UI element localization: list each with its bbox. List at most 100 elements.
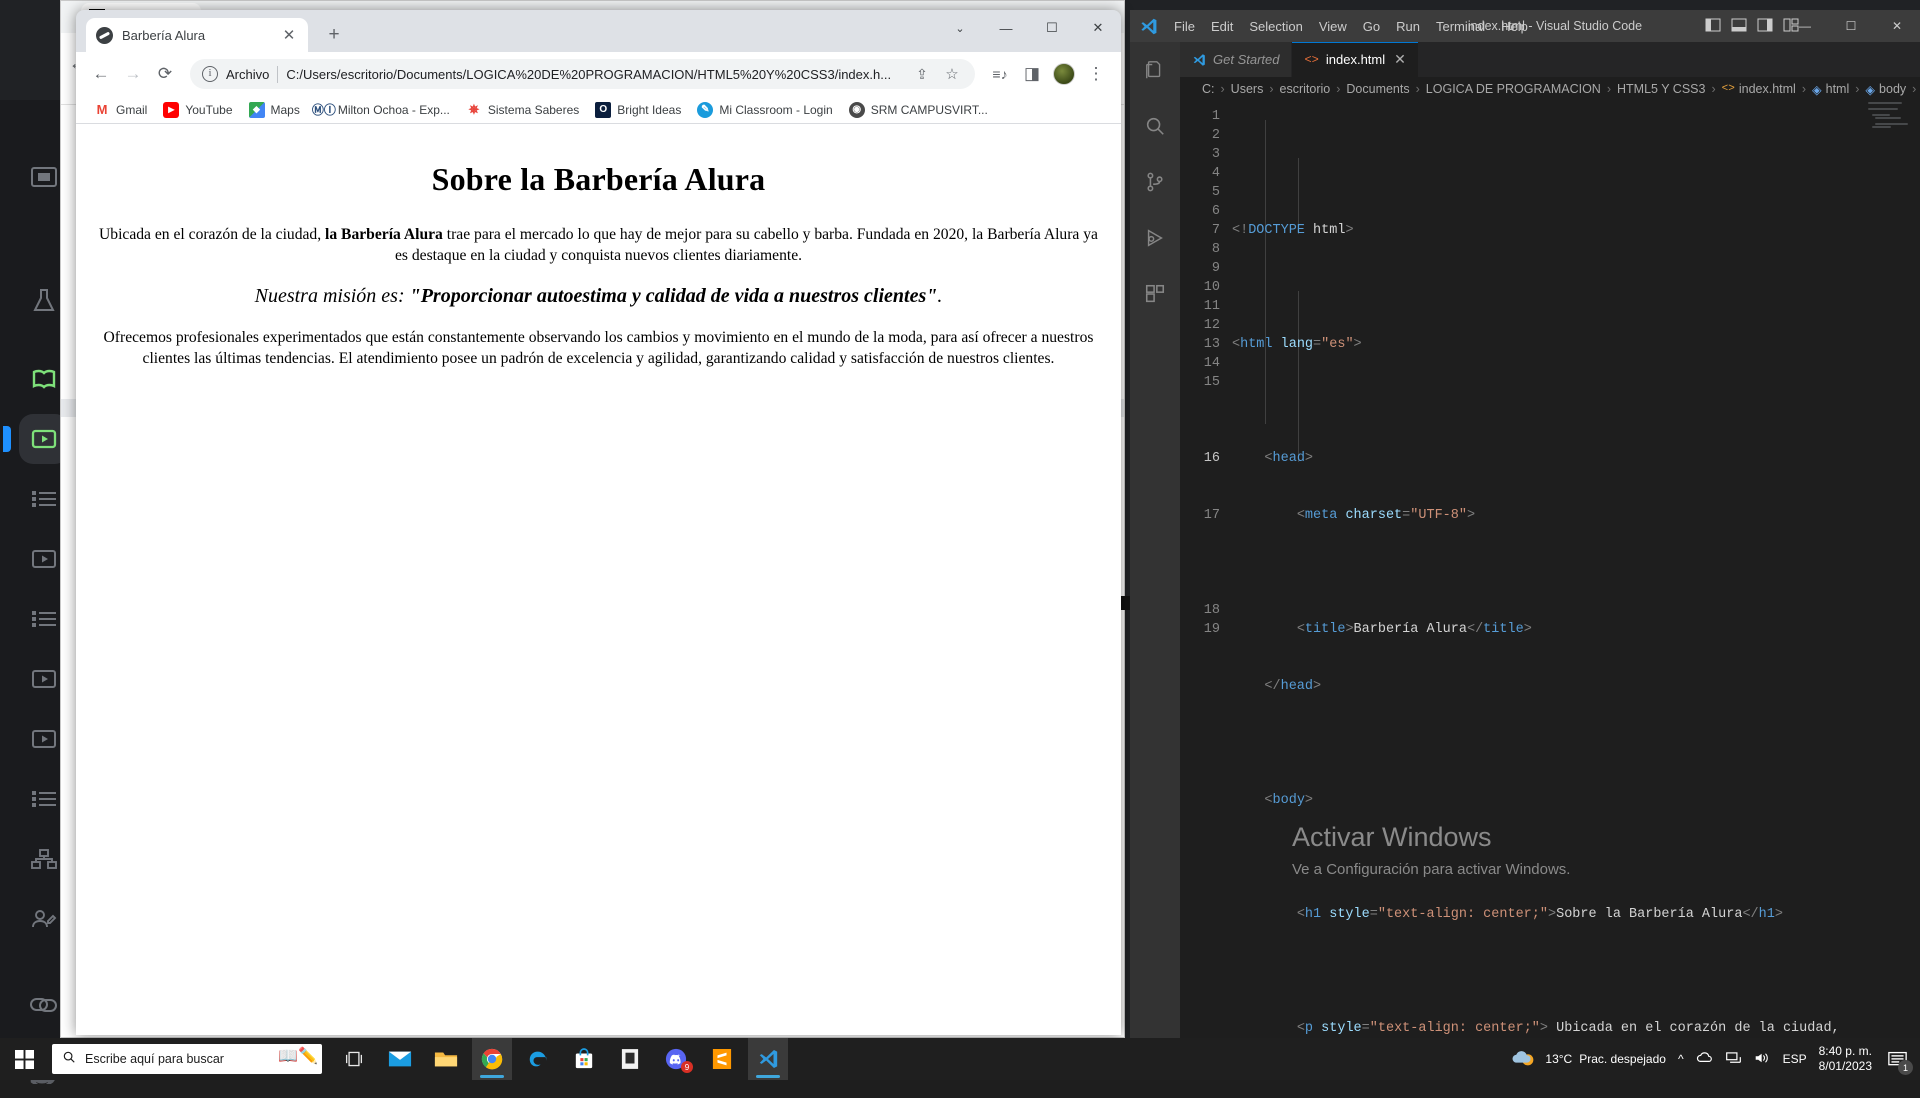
mail-icon[interactable] [380, 1038, 420, 1080]
minimap[interactable] [1862, 101, 1920, 1038]
chrome-toolbar[interactable]: ← → ⟳ i Archivo C:/Users/escritorio/Docu… [76, 52, 1121, 96]
search-icon[interactable] [1131, 106, 1179, 146]
close-icon[interactable]: ✕ [280, 26, 298, 44]
chrome-window-controls[interactable]: ⌄ — ☐ ✕ [937, 10, 1121, 46]
breadcrumb-item[interactable]: body [1879, 82, 1906, 96]
breadcrumb-item[interactable]: Users [1231, 82, 1264, 96]
profile-avatar-button[interactable] [1049, 59, 1079, 89]
source-control-icon[interactable] [1131, 162, 1179, 202]
system-tray[interactable]: 13°C Prac. despejado ^ ESP 8:40 p. m. 8/… [1512, 1044, 1920, 1074]
omnibox-divider [277, 66, 278, 83]
chevron-down-icon[interactable]: ⌄ [937, 10, 983, 46]
explorer-icon[interactable] [1131, 50, 1179, 90]
tab-get-started[interactable]: Get Started [1180, 42, 1292, 77]
menu-view[interactable]: View [1311, 10, 1355, 42]
tab-index-html[interactable]: <> index.html ✕ [1292, 42, 1418, 77]
menu-edit[interactable]: Edit [1203, 10, 1241, 42]
app-icon[interactable] [610, 1038, 650, 1080]
vscode-window-controls[interactable]: — ☐ ✕ [1782, 10, 1920, 42]
bookmark-srm-campusvirtual[interactable]: ◉ SRM CAMPUSVIRT... [843, 100, 994, 120]
breadcrumb-item[interactable]: escritorio [1280, 82, 1331, 96]
address-bar-url[interactable]: C:/Users/escritorio/Documents/LOGICA%20D… [286, 67, 903, 82]
bookmark-sistema-saberes[interactable]: ✵ Sistema Saberes [460, 100, 585, 120]
info-icon[interactable]: i [202, 66, 218, 82]
volume-icon[interactable] [1754, 1051, 1771, 1068]
vscode-activity-bar[interactable] [1130, 42, 1180, 1038]
close-icon[interactable]: ✕ [1394, 51, 1406, 68]
bookmark-youtube[interactable]: ▶ YouTube [157, 100, 238, 120]
run-debug-icon[interactable] [1131, 218, 1179, 258]
task-view-icon[interactable] [334, 1038, 374, 1080]
vscode-titlebar[interactable]: File Edit Selection View Go Run Terminal… [1130, 10, 1920, 42]
file-explorer-icon[interactable] [426, 1038, 466, 1080]
bookmark-milton-ochoa[interactable]: ⓂⒾ Milton Ochoa - Exp... [310, 100, 456, 120]
breadcrumb-item[interactable]: HTML5 Y CSS3 [1617, 82, 1705, 96]
vscode-window[interactable]: File Edit Selection View Go Run Terminal… [1130, 10, 1920, 1038]
discord-icon[interactable]: 9 [656, 1038, 696, 1080]
search-input[interactable]: Escribe aquí para buscar 📖✏️ [52, 1044, 322, 1074]
new-tab-button[interactable]: + [322, 24, 346, 48]
reading-list-icon[interactable]: ≡♪ [985, 59, 1015, 89]
clock[interactable]: 8:40 p. m. 8/01/2023 [1819, 1044, 1872, 1074]
toggle-panel-icon[interactable] [1731, 18, 1747, 35]
show-hidden-icons-chevron-icon[interactable]: ^ [1678, 1052, 1684, 1066]
avatar[interactable] [1053, 63, 1075, 85]
network-icon[interactable] [1725, 1051, 1742, 1068]
breadcrumb[interactable]: C:› Users› escritorio› Documents› LOGICA… [1180, 77, 1920, 101]
code-editor[interactable]: 1 2 3 4 5 6 7 8 9 10 11 12 13 14 [1180, 101, 1920, 1038]
bookmark-gmail[interactable]: M Gmail [88, 100, 153, 120]
bookmark-star-icon[interactable]: ☆ [941, 59, 963, 89]
maximize-button[interactable]: ☐ [1828, 10, 1874, 42]
edge-icon[interactable] [518, 1038, 558, 1080]
address-bar[interactable]: i Archivo C:/Users/escritorio/Documents/… [190, 59, 975, 89]
start-button[interactable] [0, 1038, 48, 1080]
close-button[interactable]: ✕ [1075, 10, 1121, 46]
bookmark-mi-classroom[interactable]: ✎ Mi Classroom - Login [691, 100, 838, 120]
chrome-tab-barberia-alura[interactable]: Barbería Alura ✕ [86, 18, 308, 52]
notifications-button[interactable]: 1 [1884, 1046, 1910, 1072]
reload-icon[interactable]: ⟳ [150, 59, 180, 89]
menu-go[interactable]: Go [1355, 10, 1388, 42]
bookmark-bright-ideas[interactable]: O Bright Ideas [589, 100, 687, 120]
code-content[interactable]: <!DOCTYPE html> <html lang="es"> <head> … [1232, 101, 1920, 1038]
breadcrumb-item[interactable]: C: [1202, 82, 1215, 96]
windows-taskbar[interactable]: Escribe aquí para buscar 📖✏️ [0, 1038, 1920, 1080]
forward-icon[interactable]: → [118, 59, 148, 89]
menu-terminal[interactable]: Terminal [1428, 10, 1493, 42]
bookmark-maps[interactable]: ◆ Maps [243, 100, 306, 120]
chrome-tabstrip[interactable]: Barbería Alura ✕ + ⌄ — ☐ ✕ [76, 10, 1121, 52]
close-button[interactable]: ✕ [1874, 10, 1920, 42]
back-icon[interactable]: ← [86, 59, 116, 89]
language-indicator[interactable]: ESP [1783, 1052, 1807, 1066]
breadcrumb-item[interactable]: html [1826, 82, 1850, 96]
weather-widget[interactable]: 13°C Prac. despejado [1512, 1048, 1666, 1071]
share-icon[interactable]: ⇪ [911, 59, 933, 89]
vscode-icon[interactable] [748, 1038, 788, 1080]
code-line-1: <!DOCTYPE html> [1232, 221, 1912, 240]
menu-file[interactable]: File [1166, 10, 1203, 42]
minimize-button[interactable]: — [1782, 10, 1828, 42]
chrome-browser-window[interactable]: Barbería Alura ✕ + ⌄ — ☐ ✕ ← → ⟳ i Archi… [76, 10, 1121, 1035]
breadcrumb-item[interactable]: LOGICA DE PROGRAMACION [1426, 82, 1601, 96]
breadcrumb-item[interactable]: index.html [1739, 82, 1796, 96]
sublime-icon[interactable] [702, 1038, 742, 1080]
toggle-primary-sidebar-icon[interactable] [1705, 18, 1721, 35]
chevron-right-icon: › [1269, 82, 1273, 96]
onedrive-icon[interactable] [1696, 1051, 1713, 1068]
page-paragraph-1: Ubicada en el corazón de la ciudad, la B… [98, 224, 1099, 266]
toggle-secondary-sidebar-icon[interactable] [1757, 18, 1773, 35]
microsoft-store-icon[interactable] [564, 1038, 604, 1080]
side-panel-icon[interactable]: ◨ [1017, 59, 1047, 89]
menu-help[interactable]: Help [1493, 10, 1536, 42]
menu-icon[interactable]: ⋮ [1081, 59, 1111, 89]
vscode-tab-bar[interactable]: Get Started <> index.html ✕ [1180, 42, 1920, 77]
extensions-icon[interactable] [1131, 274, 1179, 314]
minimize-button[interactable]: — [983, 10, 1029, 46]
taskbar-app-icons[interactable]: 9 [334, 1038, 788, 1080]
chrome-icon[interactable] [472, 1038, 512, 1080]
breadcrumb-item[interactable]: Documents [1346, 82, 1409, 96]
menu-selection[interactable]: Selection [1241, 10, 1310, 42]
menu-run[interactable]: Run [1388, 10, 1428, 42]
maximize-button[interactable]: ☐ [1029, 10, 1075, 46]
bookmarks-bar[interactable]: M Gmail ▶ YouTube ◆ Maps ⓂⒾ Milton Ochoa… [76, 96, 1121, 124]
